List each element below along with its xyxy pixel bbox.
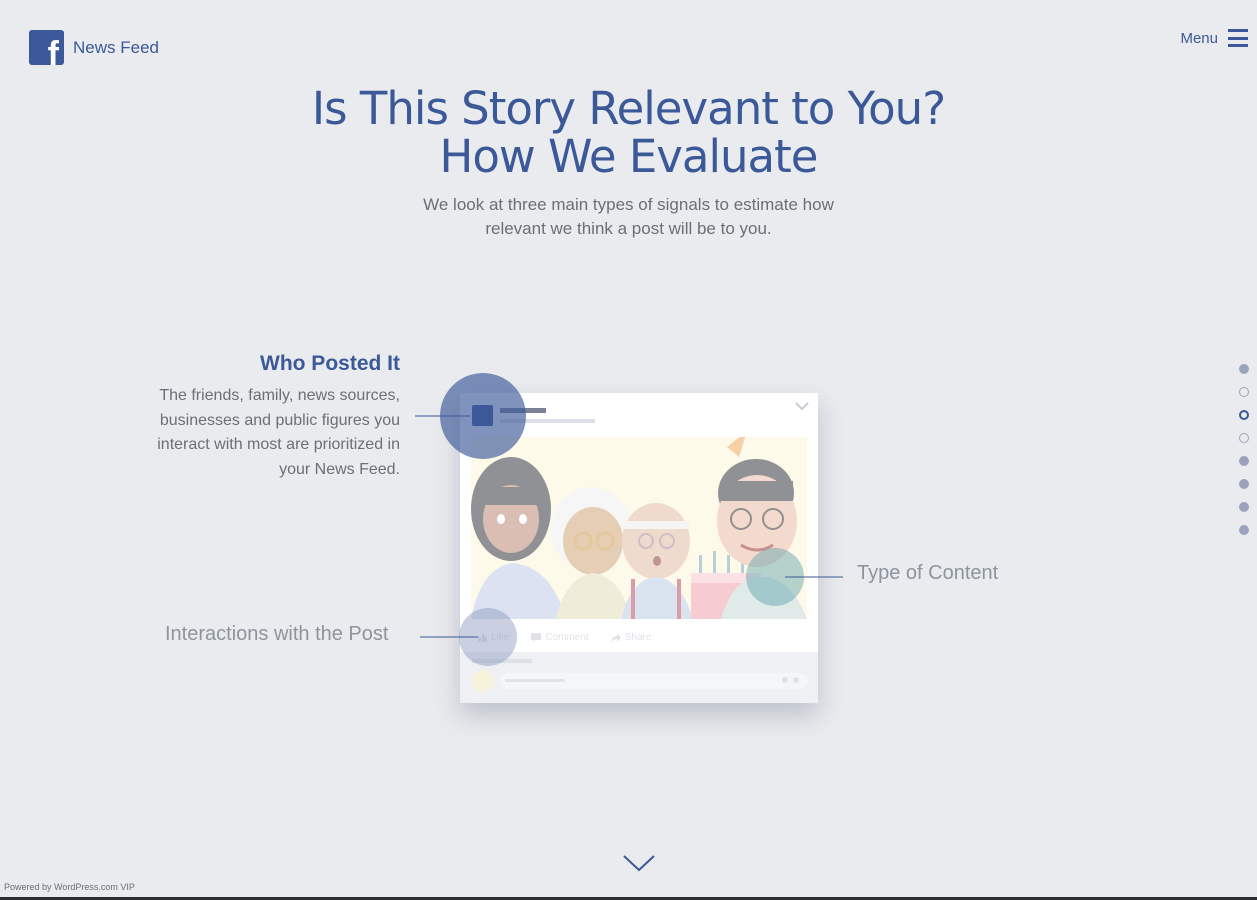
comment-placeholder-line [472, 659, 532, 663]
pager-dot-5[interactable] [1239, 456, 1249, 466]
hamburger-icon [1228, 29, 1248, 47]
share-icon [610, 632, 621, 642]
menu-button[interactable]: Menu [1180, 29, 1248, 47]
comment-input-text-placeholder [505, 679, 565, 682]
share-label: Share [624, 631, 652, 643]
comment-photo-icon [793, 677, 799, 683]
menu-label: Menu [1180, 29, 1218, 47]
post-card-illustration: Like Comment Share [460, 393, 818, 703]
type-of-content-label: Type of Content [857, 562, 999, 584]
who-posted-line: The friends, family, news sources, [159, 387, 400, 404]
who-posted-description: The friends, family, news sources, busin… [130, 384, 400, 482]
comment-emoji-icon [782, 677, 788, 683]
chevron-down-icon[interactable] [623, 853, 655, 873]
pager-dot-4[interactable] [1239, 433, 1249, 443]
interactions-label: Interactions with the Post [165, 623, 389, 645]
who-posted-line: interact with most are prioritized in [157, 436, 400, 453]
who-posted-heading: Who Posted It [260, 352, 400, 375]
pager-dot-1[interactable] [1239, 364, 1249, 374]
post-comment-action: Comment [531, 631, 589, 643]
pager-dot-6[interactable] [1239, 479, 1249, 489]
page-subtitle-line-1: We look at three main types of signals t… [423, 195, 834, 214]
comment-label: Comment [545, 631, 589, 643]
pager-dot-8[interactable] [1239, 525, 1249, 535]
pager-dot-7[interactable] [1239, 502, 1249, 512]
comment-icon [531, 632, 542, 642]
page-title-line-2: How We Evaluate [439, 130, 819, 183]
post-share-action: Share [610, 631, 652, 643]
facebook-logo-link[interactable]: f News Feed [29, 30, 159, 65]
thumbs-up-icon [478, 632, 487, 642]
brand-name: News Feed [73, 37, 159, 57]
pager-dot-2[interactable] [1239, 387, 1249, 397]
post-meta-placeholder [500, 419, 595, 423]
family-birthday-illustration [471, 437, 807, 619]
page-subtitle: We look at three main types of signals t… [0, 193, 1257, 241]
comment-avatar [472, 670, 494, 692]
pager-dot-3-active[interactable] [1239, 410, 1249, 420]
who-posted-line: your News Feed. [279, 460, 400, 478]
page-subtitle-line-2: relevant we think a post will be to you. [485, 219, 772, 238]
facebook-f-icon: f [29, 30, 64, 65]
page-title: Is This Story Relevant to You? How We Ev… [0, 85, 1257, 181]
post-comment-area [460, 652, 818, 703]
post-like-action: Like [478, 632, 509, 643]
page-title-line-1: Is This Story Relevant to You? [311, 82, 946, 135]
powered-by-footer[interactable]: Powered by WordPress.com VIP [4, 882, 135, 892]
post-options-chevron-icon [795, 402, 809, 411]
like-label: Like [491, 631, 510, 643]
post-author-placeholder [500, 408, 546, 413]
who-posted-line: businesses and public figures you [159, 411, 400, 429]
post-action-bar: Like Comment Share [460, 622, 818, 652]
